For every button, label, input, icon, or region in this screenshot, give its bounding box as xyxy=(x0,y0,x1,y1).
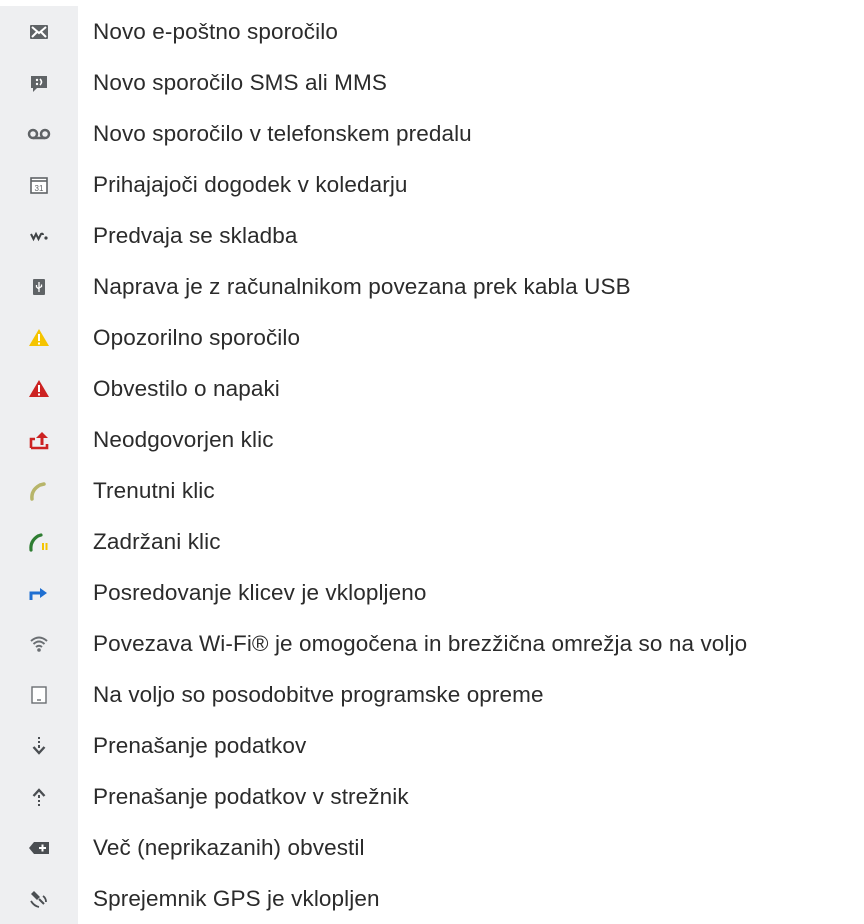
list-item-label: Povezava Wi-Fi® je omogočena in brezžičn… xyxy=(93,630,748,656)
list-item: Trenutni klic xyxy=(0,465,864,516)
call-icon xyxy=(30,481,46,501)
list-item: Predvaja se skladba xyxy=(0,210,864,261)
call-forward-icon xyxy=(29,587,47,600)
list-item-label: Trenutni klic xyxy=(93,477,215,503)
list-item-label: Prihajajoči dogodek v koledarju xyxy=(93,171,408,197)
sms-icon xyxy=(31,75,47,92)
list-item-label: Na voljo so posodobitve programske oprem… xyxy=(93,681,544,707)
notification-icon-list: Novo e-poštno sporočilo Novo sporočilo S… xyxy=(0,6,864,924)
calendar-icon: 31 xyxy=(30,176,48,194)
list-item: Novo e-poštno sporočilo xyxy=(0,6,864,57)
list-item: Na voljo so posodobitve programske oprem… xyxy=(0,669,864,720)
list-item: Opozorilno sporočilo xyxy=(0,312,864,363)
list-item: Obvestilo o napaki xyxy=(0,363,864,414)
list-item-label: Predvaja se skladba xyxy=(93,222,298,248)
list-item-label: Sprejemnik GPS je vklopljen xyxy=(93,885,380,911)
list-item-label: Prenašanje podatkov xyxy=(93,732,307,758)
gps-icon xyxy=(30,890,47,908)
usb-icon xyxy=(33,278,45,295)
upload-icon xyxy=(32,787,46,806)
list-item: Prenašanje podatkov xyxy=(0,720,864,771)
list-item-label: Naprava je z računalnikom povezana prek … xyxy=(93,273,631,299)
svg-text:31: 31 xyxy=(35,184,44,193)
list-item-label: Novo sporočilo SMS ali MMS xyxy=(93,69,387,95)
list-item: Neodgovorjen klic xyxy=(0,414,864,465)
walkman-icon xyxy=(30,231,48,241)
list-item-label: Novo sporočilo v telefonskem predalu xyxy=(93,120,472,146)
list-item: Zadržani klic xyxy=(0,516,864,567)
missed-call-icon xyxy=(29,431,49,449)
list-item-label: Neodgovorjen klic xyxy=(93,426,274,452)
error-icon xyxy=(29,379,49,397)
list-item: Več (neprikazanih) obvestil xyxy=(0,822,864,873)
list-item-label: Novo e-poštno sporočilo xyxy=(93,18,338,44)
list-item: 31 Prihajajoči dogodek v koledarju xyxy=(0,159,864,210)
call-on-hold-icon xyxy=(29,532,48,552)
envelope-icon xyxy=(30,24,48,39)
list-item-label: Opozorilno sporočilo xyxy=(93,324,301,350)
list-item-label: Posredovanje klicev je vklopljeno xyxy=(93,579,427,605)
list-item: Novo sporočilo v telefonskem predalu xyxy=(0,108,864,159)
list-item-label: Zadržani klic xyxy=(93,528,221,554)
list-item-label: Prenašanje podatkov v strežnik xyxy=(93,783,409,809)
wifi-icon xyxy=(30,636,48,652)
list-item-label: Več (neprikazanih) obvestil xyxy=(93,834,365,860)
software-update-icon xyxy=(31,685,47,704)
list-item: Povezava Wi-Fi® je omogočena in brezžičn… xyxy=(0,618,864,669)
list-item: Naprava je z računalnikom povezana prek … xyxy=(0,261,864,312)
list-item: Prenašanje podatkov v strežnik xyxy=(0,771,864,822)
download-icon xyxy=(32,736,46,755)
voicemail-icon xyxy=(27,128,51,139)
list-item: Novo sporočilo SMS ali MMS xyxy=(0,57,864,108)
warning-icon xyxy=(29,328,49,346)
more-notifications-icon xyxy=(29,841,49,854)
list-item-label: Obvestilo o napaki xyxy=(93,375,280,401)
list-item: Sprejemnik GPS je vklopljen xyxy=(0,873,864,924)
list-item: Posredovanje klicev je vklopljeno xyxy=(0,567,864,618)
